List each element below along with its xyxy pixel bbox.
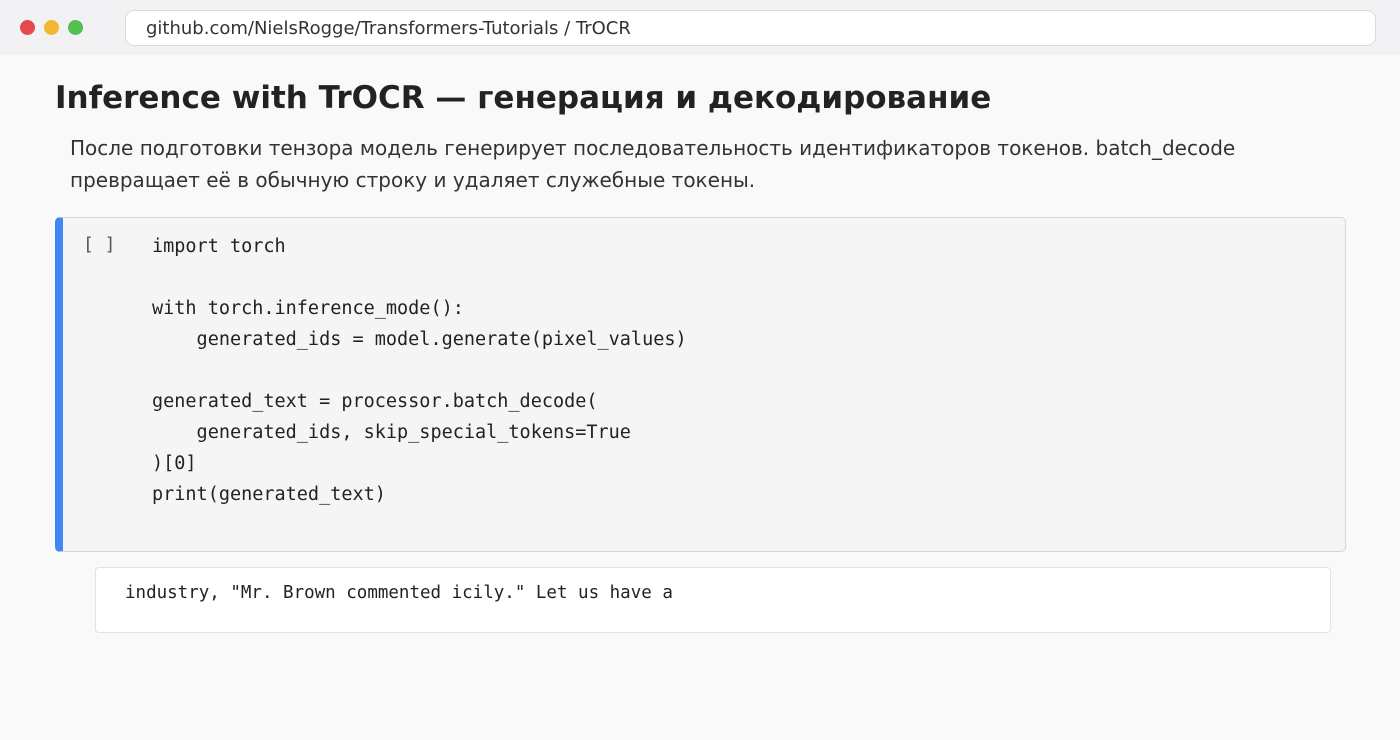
minimize-window-button[interactable] xyxy=(44,20,59,35)
markdown-description: После подготовки тензора модель генериру… xyxy=(70,136,1236,192)
address-bar[interactable]: github.com/NielsRogge/Transformers-Tutor… xyxy=(125,10,1376,46)
output-text: industry, "Mr. Brown commented icily." L… xyxy=(125,583,673,603)
code-line: generated_ids = model.generate(pixel_val… xyxy=(152,329,687,350)
code-line: generated_text = processor.batch_decode( xyxy=(152,391,598,412)
code-line: import torch xyxy=(152,236,286,257)
maximize-window-button[interactable] xyxy=(68,20,83,35)
close-window-button[interactable] xyxy=(20,20,35,35)
cell-execution-prompt[interactable]: [ ] xyxy=(83,234,116,255)
page-title: Inference with TrOCR — генерация и декод… xyxy=(55,80,992,116)
code-line: )[0] xyxy=(152,453,197,474)
code-line: generated_ids, skip_special_tokens=True xyxy=(152,422,631,443)
code-line: with torch.inference_mode(): xyxy=(152,298,464,319)
code-line: print(generated_text) xyxy=(152,484,386,505)
code-cell[interactable]: [ ] import torch with torch.inference_mo… xyxy=(55,217,1346,552)
browser-titlebar: github.com/NielsRogge/Transformers-Tutor… xyxy=(0,0,1400,55)
cell-output: industry, "Mr. Brown commented icily." L… xyxy=(95,567,1331,633)
code-editor[interactable]: import torch with torch.inference_mode()… xyxy=(152,231,687,510)
